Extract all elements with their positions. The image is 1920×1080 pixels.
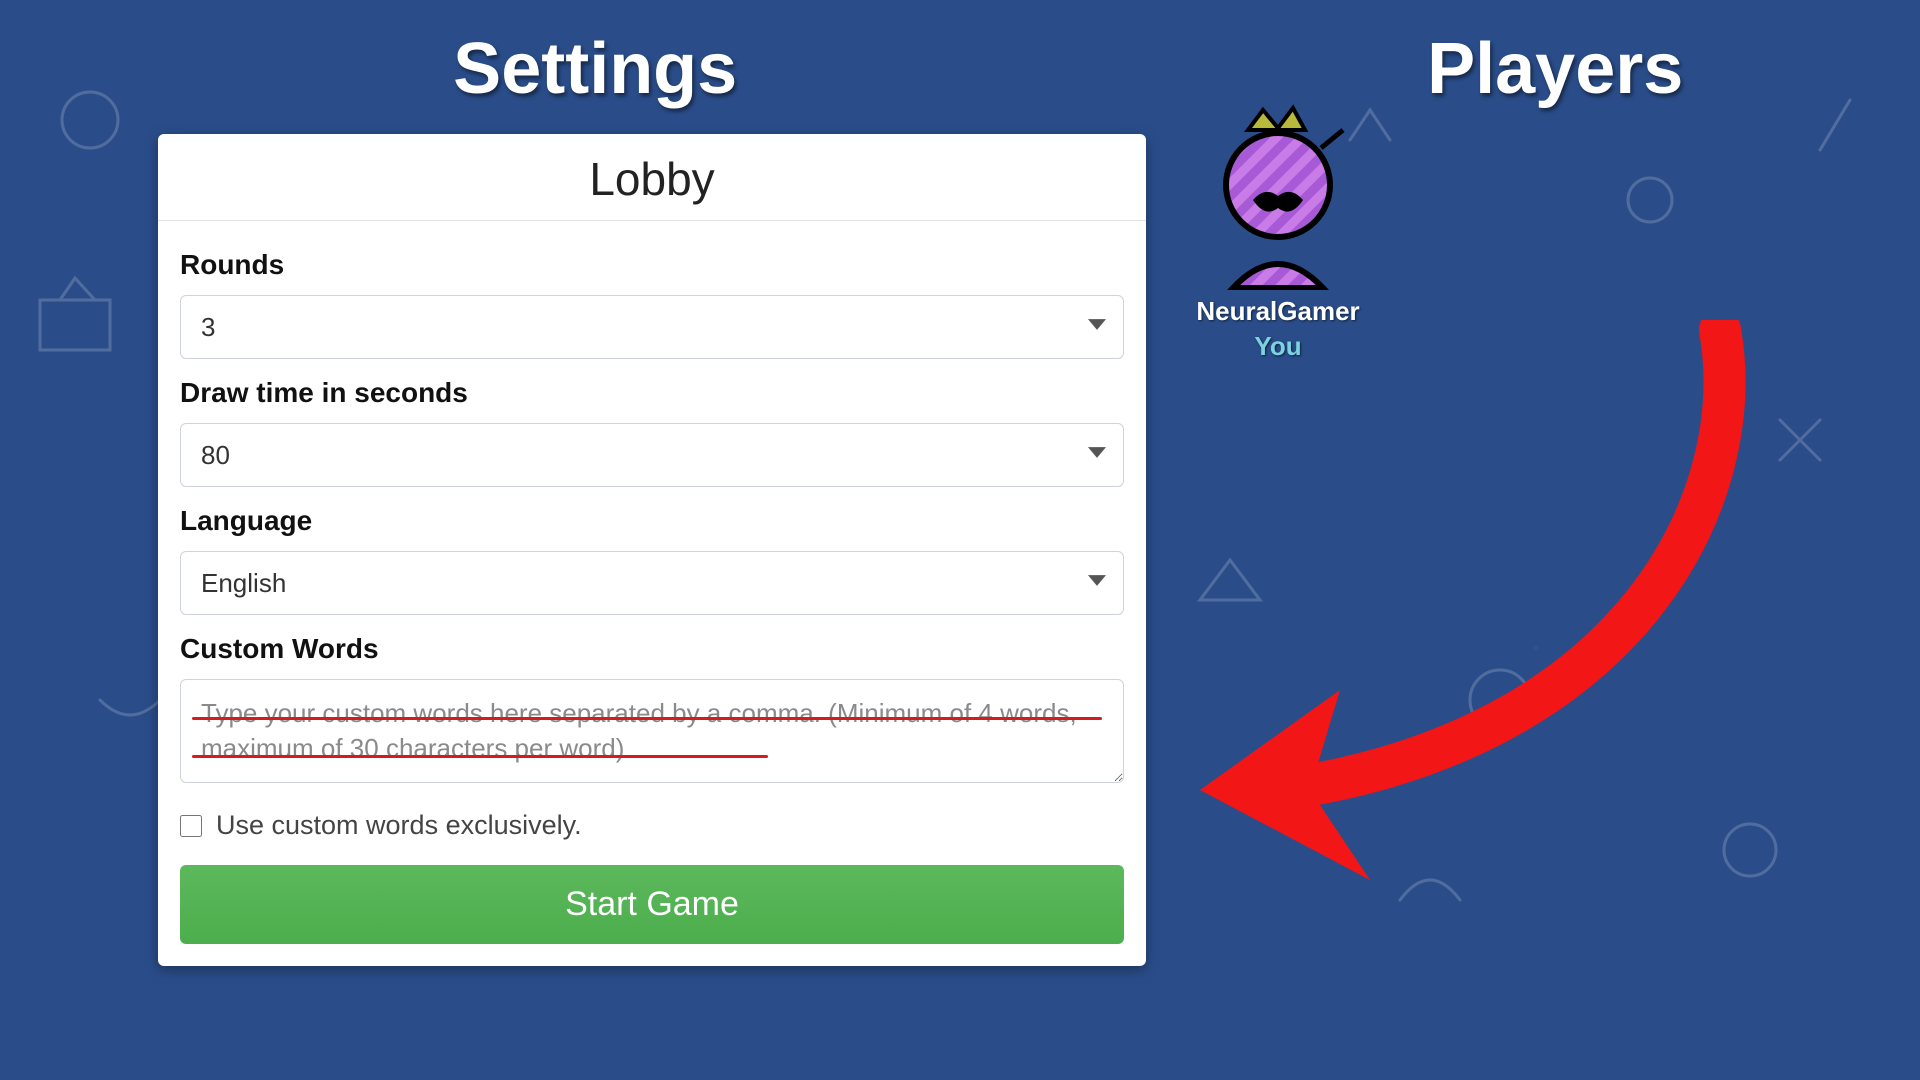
customwords-input[interactable]: [180, 679, 1124, 783]
lobby-panel: Lobby Rounds 3 Draw time in seconds 80 L…: [158, 134, 1146, 966]
language-label: Language: [180, 505, 1124, 537]
annotation-arrow-icon: [1160, 320, 1780, 920]
start-game-button[interactable]: Start Game: [180, 865, 1124, 944]
language-select[interactable]: English: [180, 551, 1124, 615]
customwords-label: Custom Words: [180, 633, 1124, 665]
player-you-label: You: [1178, 331, 1378, 362]
annotation-underline: [192, 755, 768, 758]
player-card: NeuralGamer You: [1178, 100, 1378, 362]
player-name: NeuralGamer: [1178, 296, 1378, 327]
settings-heading: Settings: [0, 28, 1190, 110]
rounds-select[interactable]: 3: [180, 295, 1124, 359]
rounds-label: Rounds: [180, 249, 1124, 281]
drawtime-select[interactable]: 80: [180, 423, 1124, 487]
avatar: [1193, 100, 1363, 290]
annotation-underline: [192, 717, 1102, 720]
exclusive-checkbox[interactable]: [180, 815, 202, 837]
panel-title: Lobby: [158, 134, 1146, 221]
drawtime-label: Draw time in seconds: [180, 377, 1124, 409]
exclusive-label[interactable]: Use custom words exclusively.: [216, 810, 582, 841]
players-heading: Players: [1190, 28, 1920, 110]
